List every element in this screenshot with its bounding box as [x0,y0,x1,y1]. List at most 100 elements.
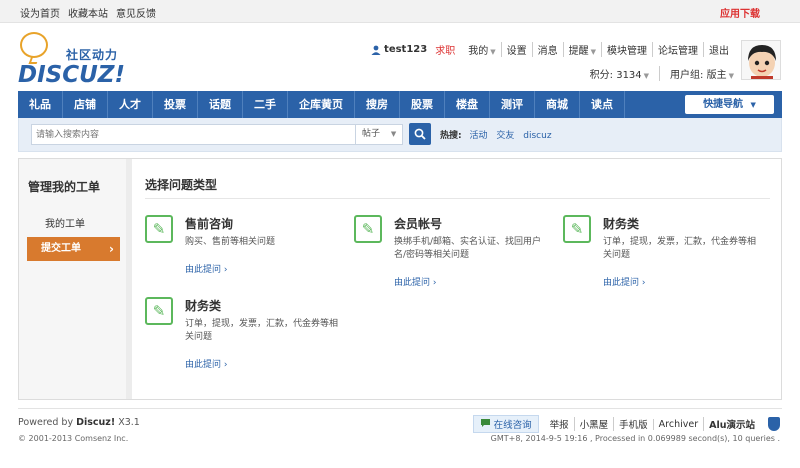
pencil-icon: ✎ [354,215,382,243]
sidebar-item-my-tickets[interactable]: 我的工单 [45,215,85,230]
hot-keyword[interactable]: 交友 [496,131,514,141]
sidebar-item-submit-ticket[interactable]: 提交工单 › [27,237,120,261]
hot-keyword[interactable]: discuz [523,131,551,141]
user-icon [371,45,381,55]
pencil-icon: ✎ [563,215,591,243]
chevron-down-icon: ▼ [750,101,756,109]
main-nav: 礼品 店铺 人才 投票 话题 二手 企库黄页 搜房 股票 楼盘 测评 商城 读点… [18,91,782,118]
report-link[interactable]: 举报 [545,417,574,431]
category-title: 财务类 [603,217,640,231]
archiver-link[interactable]: Archiver [652,418,703,430]
ask-here-link[interactable]: 由此提问 › [394,275,436,288]
hot-search-label: 热搜: [440,131,462,141]
points-menu[interactable]: 积分: 3134 ▼ [590,66,649,81]
chevron-down-icon: ▼ [643,72,650,80]
shield-icon[interactable] [768,417,780,431]
hot-search: 热搜: 活动 交友 discuz [440,128,558,141]
set-homepage-link[interactable]: 设为首页 [20,5,60,20]
logo-subtitle: 社区动力 [66,48,119,62]
category-title: 财务类 [185,299,222,313]
reminders-menu[interactable]: 提醒 ▼ [562,42,601,57]
powered-brand-link[interactable]: Discuz! [76,417,115,428]
hot-keyword[interactable]: 活动 [469,131,487,141]
category-card-account: ✎ 会员帐号 换绑手机/邮箱、实名认证、找回用户名/密码等相关问题 由此提问 › [354,215,554,288]
online-consult-button[interactable]: 在线咨询 [472,415,539,433]
quick-nav-button[interactable]: 快捷导航 ▼ [685,95,774,114]
avatar-cartoon-icon [742,41,780,79]
ask-here-link[interactable]: 由此提问 › [185,262,227,275]
nav-item-mall[interactable]: 商城 [535,91,580,118]
points-label: 积分: 3134 [589,70,642,81]
powered-prefix: Powered by [18,417,74,428]
divider [145,198,770,199]
my-menu[interactable]: 我的 ▼ [463,42,500,57]
nav-item-stocks[interactable]: 股票 [400,91,445,118]
ask-here-link[interactable]: 由此提问 › [603,275,645,288]
site-logo[interactable]: 社区动力 DISCUZ! [18,30,128,88]
nav-item-property[interactable]: 楼盘 [445,91,490,118]
nav-item-yellow-pages[interactable]: 企库黄页 [288,91,355,118]
logout-link[interactable]: 退出 [703,42,734,57]
search-type-select[interactable]: 帖子 ▼ [355,124,403,145]
logo-bubble-icon [20,32,48,58]
app-download-link[interactable]: 应用下载 [720,5,760,20]
user-bar: test123 求职 我的 ▼ 设置 消息 提醒 ▼ 模块管理 论坛管理 退出 [371,42,734,57]
quick-nav-label: 快捷导航 [703,99,744,110]
category-title: 售前咨询 [185,217,234,231]
nav-item-shops[interactable]: 店铺 [63,91,108,118]
my-menu-label: 我的 [468,46,489,57]
logo-name: DISCUZ! [18,62,125,88]
footer-divider [18,408,782,409]
category-card-presale: ✎ 售前咨询 购买、售前等相关问题 由此提问 › [145,215,345,285]
online-consult-label: 在线咨询 [493,420,532,431]
nav-item-housing[interactable]: 搜房 [355,91,400,118]
nav-item-talent[interactable]: 人才 [108,91,153,118]
chevron-right-icon: › [109,242,114,256]
category-description: 购买、售前等相关问题 [185,237,276,247]
copyright: © 2001-2013 Comsenz Inc. [18,434,129,443]
username-link[interactable]: test123 [384,44,427,55]
nav-item-reading[interactable]: 读点 [580,91,625,118]
pencil-icon: ✎ [145,215,173,243]
user-stats: 积分: 3134 ▼ 用户组: 版主 ▼ [590,66,734,81]
feedback-link[interactable]: 意见反馈 [116,5,156,20]
pencil-icon: ✎ [145,297,173,325]
search-button[interactable] [409,123,431,145]
site-name-link[interactable]: Alu演示站 [703,417,760,431]
category-card-finance: ✎ 财务类 订单，提现，发票，汇款，代金券等相关问题 由此提问 › [563,215,763,288]
nav-item-topics[interactable]: 话题 [198,91,243,118]
nav-item-second-hand[interactable]: 二手 [243,91,288,118]
search-icon [414,128,426,140]
bookmark-site-link[interactable]: 收藏本站 [68,5,108,20]
chevron-down-icon: ▼ [590,48,596,56]
page-title: 选择问题类型 [145,178,218,192]
settings-link[interactable]: 设置 [500,42,532,57]
job-link[interactable]: 求职 [435,42,455,57]
nav-item-gifts[interactable]: 礼品 [18,91,63,118]
nav-item-reviews[interactable]: 测评 [490,91,535,118]
category-description: 订单，提现，发票，汇款，代金券等相关问题 [185,319,339,342]
user-group-menu[interactable]: 用户组: 版主 ▼ [659,66,734,81]
forum-admin-link[interactable]: 论坛管理 [652,42,703,57]
top-bar: 设为首页 收藏本站 意见反馈 应用下载 [0,0,800,23]
category-description: 换绑手机/邮箱、实名认证、找回用户名/密码等相关问题 [394,237,542,260]
avatar[interactable] [741,40,781,80]
user-group-label: 用户组: 版主 [670,70,727,81]
blacklist-link[interactable]: 小黑屋 [573,417,614,431]
search-type-label: 帖子 [362,129,381,139]
nav-item-vote[interactable]: 投票 [153,91,198,118]
search-input[interactable] [32,125,332,144]
powered-by: Powered by Discuz! X3.1 [18,417,140,428]
mobile-link[interactable]: 手机版 [613,417,653,431]
processing-info: GMT+8, 2014-9-5 19:16 , Processed in 0.0… [490,434,780,443]
ticket-panel: 管理我的工单 我的工单 提交工单 › 选择问题类型 ✎ 售前咨询 购买、售前等相… [18,158,782,400]
module-admin-link[interactable]: 模块管理 [601,42,652,57]
chevron-down-icon: ▼ [490,48,496,56]
category-title: 会员帐号 [394,217,443,231]
ask-here-link[interactable]: 由此提问 › [185,357,227,370]
ticket-content: 选择问题类型 ✎ 售前咨询 购买、售前等相关问题 由此提问 › ✎ 会员帐号 换… [145,159,775,399]
chevron-down-icon: ▼ [728,72,734,80]
footer-links: 在线咨询 举报 小黑屋 手机版 Archiver Alu演示站 [472,415,780,433]
messages-link[interactable]: 消息 [531,42,563,57]
search-bar: 帖子 ▼ 热搜: 活动 交友 discuz [18,118,782,152]
